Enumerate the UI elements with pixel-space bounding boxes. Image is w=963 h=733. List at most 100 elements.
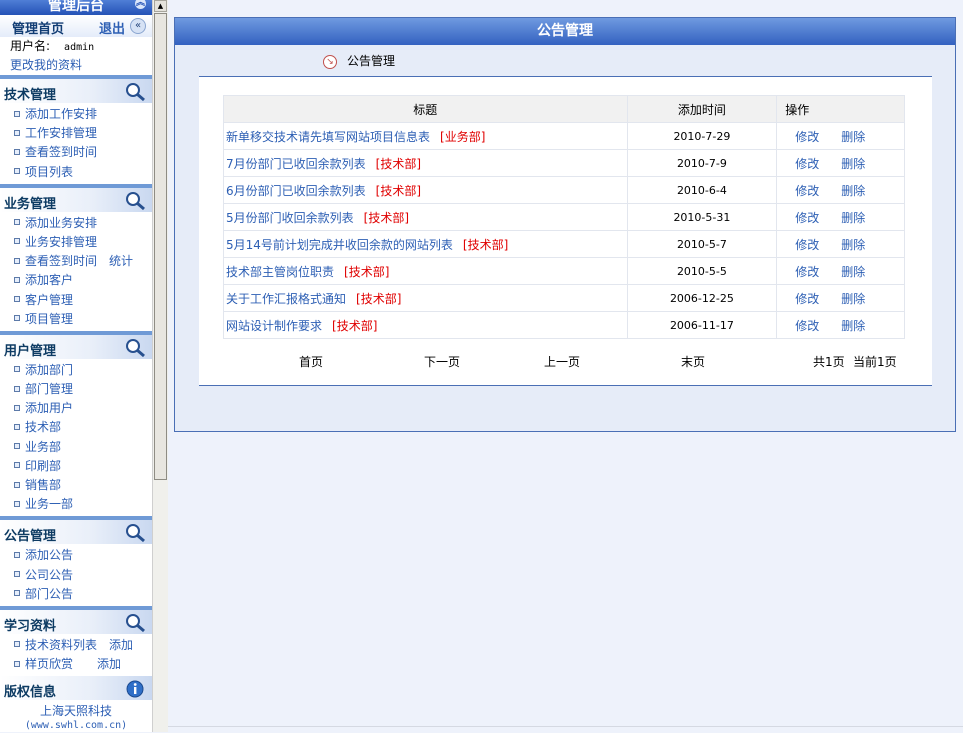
edit-link[interactable]: 修改 (795, 211, 819, 225)
table-row: 新单移交技术请先填写网站项目信息表 [业务部] 2010-7-29 修改 删除 (223, 122, 905, 150)
sidebar-item-company-notice[interactable]: 公司公告 (0, 566, 152, 585)
sidebar-item-add-user[interactable]: 添加用户 (0, 399, 152, 418)
add-sample-link[interactable]: 添加 (97, 657, 121, 671)
statistics-link[interactable]: 统计 (109, 254, 133, 268)
sidebar-item-add-dept[interactable]: 添加部门 (0, 361, 152, 380)
sidebar-item-business-dept-1[interactable]: 业务一部 (0, 495, 152, 514)
sidebar-item-add-notice[interactable]: 添加公告 (0, 546, 152, 565)
delete-link[interactable]: 删除 (841, 157, 865, 171)
cell-actions: 修改 删除 (776, 230, 905, 258)
section-header-learning[interactable]: 学习资料 (0, 605, 152, 634)
sidebar-item-add-business[interactable]: 添加业务安排 (0, 214, 152, 233)
notice-title-link[interactable]: 6月份部门已收回余款列表 (226, 184, 366, 198)
sidebar-item-dept-manage[interactable]: 部门管理 (0, 380, 152, 399)
sidebar-item-project-manage[interactable]: 项目管理 (0, 310, 152, 329)
dept-tag: [技术部] (356, 291, 402, 306)
bullet-icon (14, 366, 20, 373)
home-link[interactable]: 管理首页 (12, 18, 64, 37)
sidebar-item-add-customer[interactable]: 添加客户 (0, 271, 152, 290)
delete-link[interactable]: 删除 (841, 265, 865, 279)
logout-link[interactable]: 退出 (99, 18, 125, 37)
section-header-notices[interactable]: 公告管理 (0, 516, 152, 545)
sidebar-item-tech-docs[interactable]: 技术资料列表 添加 (0, 636, 152, 655)
section-header-tech[interactable]: 技术管理 (0, 75, 152, 103)
notice-title-link[interactable]: 5月14号前计划完成并收回余款的网站列表 (226, 238, 453, 252)
sidebar-item-business-dept[interactable]: 业务部 (0, 438, 152, 457)
cell-date: 2010-5-7 (626, 230, 778, 258)
notice-title-link[interactable]: 7月份部门已收回余款列表 (226, 157, 366, 171)
sidebar-item-signin-time-2[interactable]: 查看签到时间 统计 (0, 252, 152, 271)
sidebar-item-label: 添加公告 (25, 548, 74, 563)
edit-profile-link[interactable]: 更改我的资料 (0, 56, 152, 75)
sidebar-item-work-manage[interactable]: 工作安排管理 (0, 124, 152, 143)
section-title: 技术管理 (4, 88, 57, 103)
home-row: 管理首页 退出 « (0, 15, 152, 37)
bullet-icon (14, 500, 20, 507)
company-url[interactable]: (www.swhl.com.cn) (0, 719, 152, 733)
cell-actions: 修改 删除 (776, 284, 905, 312)
delete-link[interactable]: 删除 (841, 319, 865, 333)
notice-title-link[interactable]: 技术部主管岗位职责 (226, 265, 334, 279)
user-info: 用户名: admin (0, 37, 152, 56)
pager-prev[interactable]: 上一页 (544, 353, 580, 370)
edit-link[interactable]: 修改 (795, 238, 819, 252)
pager-total: 共1页 (813, 355, 845, 369)
notice-title-link[interactable]: 新单移交技术请先填写网站项目信息表 (226, 130, 430, 144)
arrow-down-right-icon: ↘ (323, 54, 337, 69)
section-items-learning: 技术资料列表 添加 样页欣赏 添加 (0, 634, 152, 676)
edit-link[interactable]: 修改 (795, 130, 819, 144)
collapse-menu-icon[interactable]: ︽ (135, 0, 146, 9)
bullet-icon (14, 590, 20, 597)
sidebar-item-customer-manage[interactable]: 客户管理 (0, 291, 152, 310)
delete-link[interactable]: 删除 (841, 211, 865, 225)
pager-last[interactable]: 末页 (681, 353, 705, 370)
edit-link[interactable]: 修改 (795, 292, 819, 306)
cell-date: 2010-7-29 (626, 122, 778, 150)
pager-next[interactable]: 下一页 (424, 353, 460, 370)
sidebar-item-label: 技术资料列表 (25, 637, 98, 652)
table-row: 5月份部门收回余款列表 [技术部] 2010-5-31 修改 删除 (223, 203, 905, 231)
section-header-users[interactable]: 用户管理 (0, 330, 152, 359)
sidebar-item-add-work[interactable]: 添加工作安排 (0, 105, 152, 124)
delete-link[interactable]: 删除 (841, 292, 865, 306)
sidebar-item-label: 部门公告 (25, 586, 74, 601)
delete-link[interactable]: 删除 (841, 238, 865, 252)
delete-link[interactable]: 删除 (841, 184, 865, 198)
sidebar-item-label: 样页欣赏 (25, 657, 74, 672)
edit-link[interactable]: 修改 (795, 157, 819, 171)
section-title: 版权信息 (4, 685, 57, 701)
pager-first[interactable]: 首页 (299, 353, 323, 370)
sidebar-item-project-list[interactable]: 项目列表 (0, 163, 152, 182)
cell-title: 7月份部门已收回余款列表 [技术部] (223, 149, 628, 177)
sidebar-item-business-manage[interactable]: 业务安排管理 (0, 233, 152, 252)
collapse-sidebar-icon[interactable]: « (130, 18, 146, 34)
bullet-icon (14, 660, 20, 667)
sidebar-item-print-dept[interactable]: 印刷部 (0, 457, 152, 476)
sidebar-item-sample-pages[interactable]: 样页欣赏 添加 (0, 655, 152, 674)
sidebar-item-sales-dept[interactable]: 销售部 (0, 476, 152, 495)
section-items-tech: 添加工作安排 工作安排管理 查看签到时间 项目列表 (0, 103, 152, 184)
delete-link[interactable]: 删除 (841, 130, 865, 144)
sidebar-item-signin-time[interactable]: 查看签到时间 (0, 143, 152, 162)
scroll-up-arrow-icon[interactable]: ▲ (154, 0, 167, 12)
table-row: 6月份部门已收回余款列表 [技术部] 2010-6-4 修改 删除 (223, 176, 905, 204)
sidebar-item-label: 销售部 (25, 478, 62, 492)
edit-link[interactable]: 修改 (795, 319, 819, 333)
info-icon (126, 680, 144, 698)
edit-link[interactable]: 修改 (795, 184, 819, 198)
notice-title-link[interactable]: 5月份部门收回余款列表 (226, 211, 354, 225)
bullet-icon (14, 148, 20, 155)
edit-link[interactable]: 修改 (795, 265, 819, 279)
notice-title-link[interactable]: 关于工作汇报格式通知 (226, 292, 346, 306)
cell-actions: 修改 删除 (776, 122, 905, 150)
notice-title-link[interactable]: 网站设计制作要求 (226, 319, 322, 333)
sidebar-item-tech-dept[interactable]: 技术部 (0, 418, 152, 437)
scrollbar-thumb[interactable] (154, 13, 167, 480)
section-title: 学习资料 (4, 618, 57, 634)
dept-tag: [技术部] (462, 237, 509, 252)
section-header-business[interactable]: 业务管理 (0, 183, 152, 212)
breadcrumb: ↘ 公告管理 (323, 53, 395, 71)
sidebar-item-dept-notice[interactable]: 部门公告 (0, 585, 152, 604)
add-tech-doc-link[interactable]: 添加 (109, 638, 133, 652)
sidebar-scrollbar[interactable]: ▲ (152, 0, 168, 732)
